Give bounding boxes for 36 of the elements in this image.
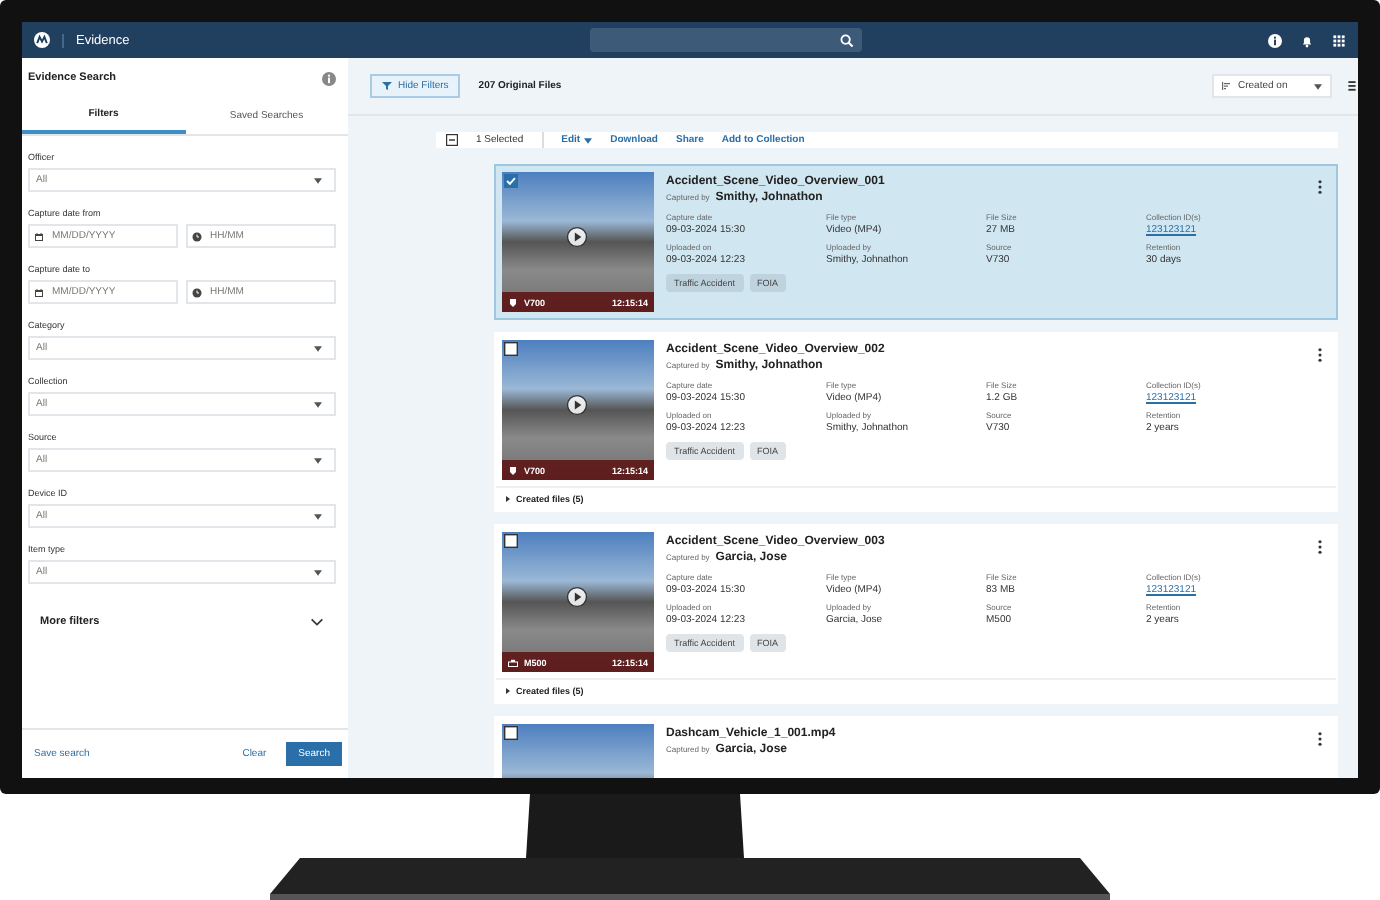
evidence-card[interactable] [494, 164, 1338, 320]
info-icon[interactable] [1268, 33, 1282, 47]
list-view-icon[interactable] [1348, 80, 1356, 92]
select-checkbox[interactable] [504, 534, 518, 548]
caret-icon [314, 457, 322, 463]
search-icon [839, 33, 854, 47]
play-icon[interactable] [566, 586, 588, 608]
deselect-checkbox-icon[interactable] [446, 134, 458, 146]
badge-icon [508, 297, 518, 307]
select-checkbox[interactable] [504, 174, 518, 188]
select-checkbox[interactable] [504, 726, 518, 740]
caret-icon [314, 401, 322, 407]
sort-icon [1222, 82, 1232, 90]
logo-icon [34, 32, 50, 48]
bell-icon[interactable] [1300, 33, 1314, 47]
search-field[interactable] [589, 28, 862, 52]
camera-icon [508, 657, 518, 667]
calendar-icon [34, 287, 44, 297]
clock-icon [192, 231, 202, 241]
select-checkbox[interactable] [504, 342, 518, 356]
play-icon[interactable] [566, 226, 588, 248]
calendar-icon [34, 231, 44, 241]
badge-icon [508, 465, 518, 475]
caret-icon [314, 569, 322, 575]
caret-icon [314, 513, 322, 519]
filter-icon [382, 82, 392, 90]
expand-arrow-icon [506, 496, 510, 502]
chevron-down-icon [310, 618, 324, 626]
caret-icon [584, 137, 593, 143]
caret-icon [314, 177, 322, 183]
caret-icon [1314, 83, 1322, 89]
apps-grid-icon[interactable] [1332, 33, 1346, 47]
caret-icon [314, 345, 322, 351]
clock-icon [192, 287, 202, 297]
expand-arrow-icon [506, 688, 510, 694]
play-icon[interactable] [566, 394, 588, 416]
